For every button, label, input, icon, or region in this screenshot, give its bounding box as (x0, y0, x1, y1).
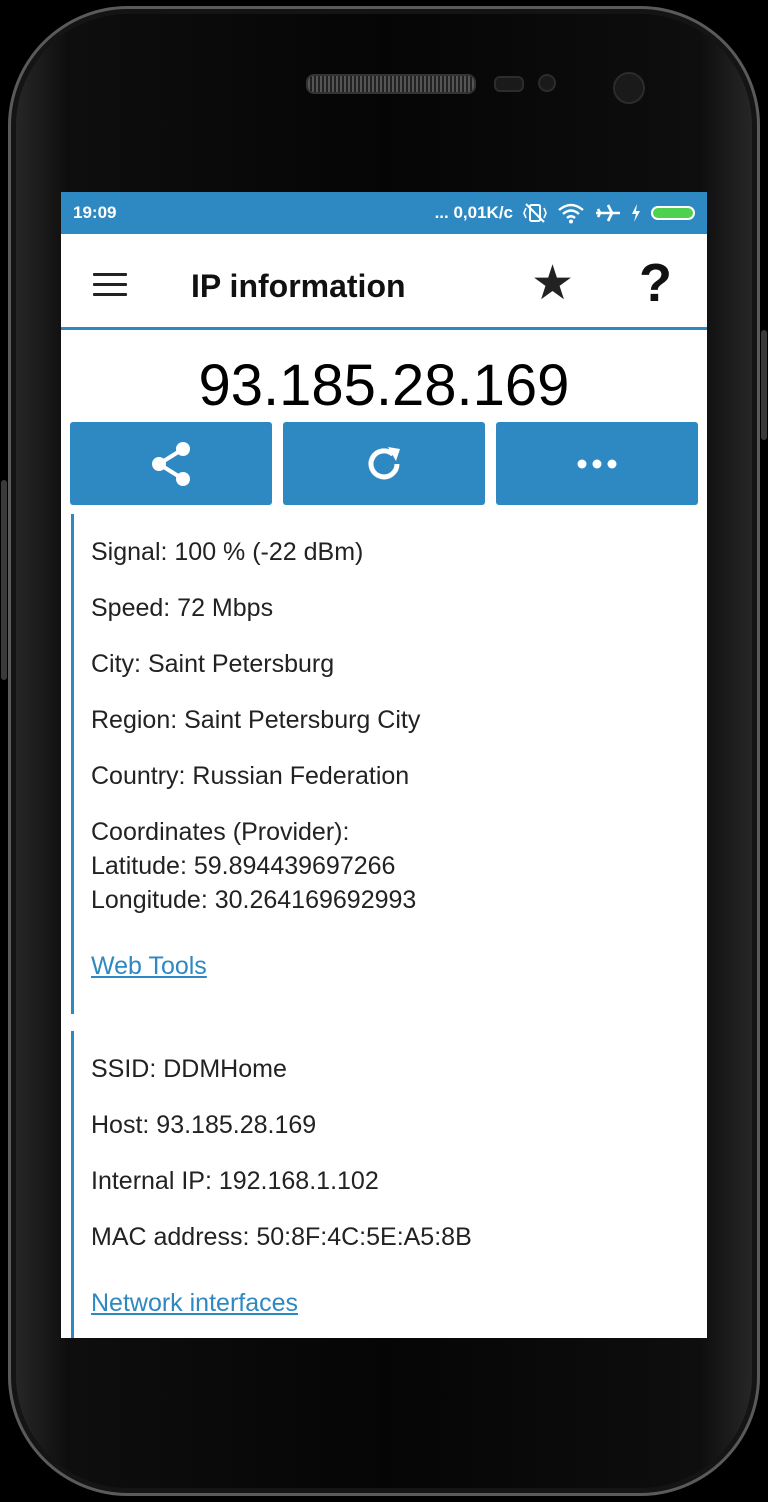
star-icon[interactable]: ★ (531, 260, 574, 308)
location-section: Signal: 100 % (-22 dBm) Speed: 72 Mbps C… (71, 514, 707, 1014)
help-icon[interactable]: ? (639, 256, 672, 310)
speed-info: Speed: 72 Mbps (91, 594, 274, 622)
network-speed: ... 0,01K/c (434, 203, 513, 222)
share-button[interactable] (70, 422, 272, 505)
front-camera-icon (613, 72, 645, 104)
ip-address: 93.185.28.169 (198, 353, 570, 418)
charging-icon (632, 204, 640, 222)
refresh-button[interactable] (283, 422, 485, 505)
network-interfaces-link[interactable]: Network interfaces (91, 1289, 298, 1318)
status-bar: 19:09 ... 0,01K/c (61, 192, 707, 234)
web-tools-link[interactable]: Web Tools (91, 952, 207, 981)
proximity-sensor (494, 76, 524, 92)
host-info: Host: 93.185.28.169 (91, 1111, 317, 1139)
signal-info: Signal: 100 % (-22 dBm) (91, 538, 364, 566)
power-button (761, 330, 767, 440)
longitude-info: Longitude: 30.264169692993 (91, 886, 417, 914)
refresh-icon (368, 446, 400, 479)
share-icon (152, 441, 190, 486)
ssid-info: SSID: DDMHome (91, 1055, 287, 1083)
internal-ip-info: Internal IP: 192.168.1.102 (91, 1167, 379, 1195)
light-sensor (538, 74, 556, 92)
airplane-mode-icon (596, 204, 620, 222)
region-info: Region: Saint Petersburg City (91, 706, 421, 734)
coordinates-header: Coordinates (Provider): (91, 818, 350, 846)
wifi-icon (558, 203, 584, 224)
vibrate-off-icon (523, 203, 547, 223)
menu-icon[interactable] (93, 273, 127, 296)
more-icon (577, 459, 617, 468)
network-section: SSID: DDMHome Host: 93.185.28.169 Intern… (71, 1031, 707, 1338)
status-time: 19:09 (73, 203, 117, 222)
country-info: Country: Russian Federation (91, 762, 410, 790)
latitude-info: Latitude: 59.894439697266 (91, 852, 396, 880)
action-buttons (61, 422, 707, 505)
earpiece-speaker (306, 74, 476, 94)
city-info: City: Saint Petersburg (91, 650, 335, 678)
screen: 19:09 ... 0,01K/c IP information ★ ? 93.… (61, 192, 707, 1338)
mac-address-info: MAC address: 50:8F:4C:5E:A5:8B (91, 1223, 472, 1251)
volume-button (1, 480, 7, 680)
status-icons: ... 0,01K/c (435, 202, 695, 224)
battery-icon (651, 206, 695, 220)
page-title: IP information (191, 268, 406, 304)
more-button[interactable] (496, 422, 698, 505)
app-bar: IP information ★ ? (61, 234, 707, 330)
